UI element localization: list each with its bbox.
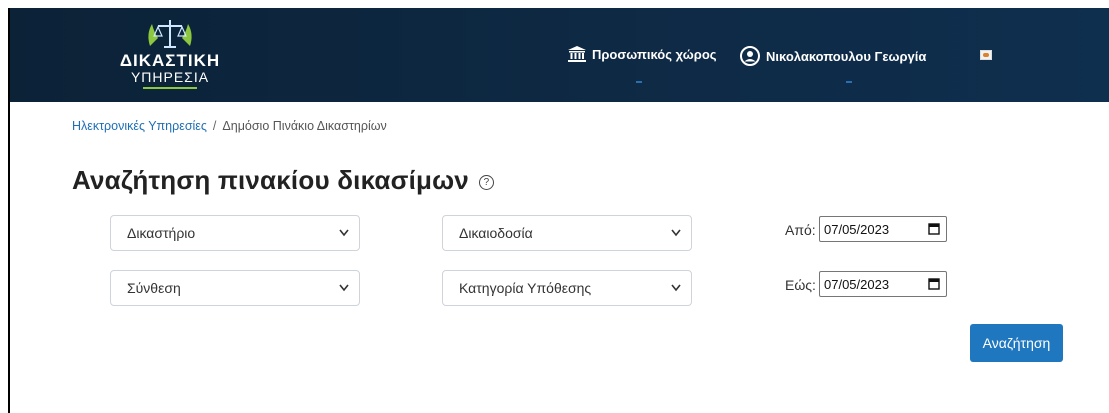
chevron-down-icon [339, 229, 349, 237]
search-button[interactable]: Αναζήτηση [970, 324, 1063, 362]
composition-select-value: Σύνθεση [127, 280, 181, 296]
calendar-icon[interactable] [928, 277, 940, 290]
logo-underline [143, 87, 197, 89]
to-date-label: Εώς: [785, 277, 816, 293]
language-flag-icon[interactable] [980, 50, 992, 60]
personal-space-link[interactable]: Προσωπικός χώρος [568, 46, 717, 62]
nav-indicator [846, 81, 852, 83]
breadcrumb: Ηλεκτρονικές Υπηρεσίες / Δημόσιο Πινάκιο Δ… [72, 119, 387, 133]
institution-icon [568, 46, 586, 62]
chevron-down-icon [671, 229, 681, 237]
case-category-select[interactable]: Κατηγορία Υπόθεσης [442, 270, 692, 306]
jurisdiction-select-value: Δικαιοδοσία [459, 225, 533, 241]
calendar-icon[interactable] [928, 222, 940, 235]
logo-text-line1: ΔΙΚΑΣΤΙΚΗ [119, 51, 221, 70]
breadcrumb-current: Δημόσιο Πινάκιο Δικαστηρίων [222, 119, 387, 133]
nav-indicator [636, 81, 642, 83]
jurisdiction-select[interactable]: Δικαιοδοσία [442, 215, 692, 251]
court-select-value: Δικαστήριο [127, 225, 196, 241]
court-select[interactable]: Δικαστήριο [110, 215, 360, 251]
page-title: Αναζήτηση πινακίου δικασίμων [72, 165, 469, 195]
logo[interactable]: ΔΙΚΑΣΤΙΚΗ ΥΠΗΡΕΣΙΑ [110, 16, 230, 96]
breadcrumb-link-eservices[interactable]: Ηλεκτρονικές Υπηρεσίες [72, 119, 207, 133]
composition-select[interactable]: Σύνθεση [110, 270, 360, 306]
case-category-select-value: Κατηγορία Υπόθεσης [459, 280, 592, 296]
chevron-down-icon [339, 284, 349, 292]
breadcrumb-separator: / [212, 119, 217, 133]
to-date-input[interactable]: 07/05/2023 [819, 271, 947, 297]
user-name: Νικολακοπουλου Γεωργία [766, 48, 927, 64]
user-menu[interactable]: Νικολακοπουλου Γεωργία [740, 46, 926, 66]
from-date-value: 07/05/2023 [824, 221, 890, 237]
chevron-down-icon [671, 284, 681, 292]
title-row: Αναζήτηση πινακίου δικασίμων ? [72, 165, 494, 196]
top-navbar: ΔΙΚΑΣΤΙΚΗ ΥΠΗΡΕΣΙΑ Προσωπικός χώρος Νικο… [10, 8, 1109, 102]
from-date-label: Από: [785, 222, 816, 238]
personal-space-label: Προσωπικός χώρος [592, 46, 717, 62]
user-avatar-icon [740, 46, 760, 66]
from-date-input[interactable]: 07/05/2023 [819, 216, 947, 242]
logo-text-line2: ΥΠΗΡΕΣΙΑ [130, 69, 210, 85]
app-frame: ΔΙΚΑΣΤΙΚΗ ΥΠΗΡΕΣΙΑ Προσωπικός χώρος Νικο… [8, 8, 1109, 413]
to-date-value: 07/05/2023 [824, 276, 890, 292]
help-icon[interactable]: ? [478, 175, 494, 190]
scales-emblem-icon [148, 20, 192, 48]
